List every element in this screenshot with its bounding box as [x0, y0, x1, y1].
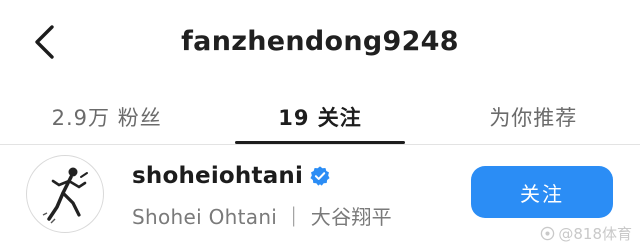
avatar[interactable]: [26, 155, 104, 233]
tab-label: 为你推荐: [489, 106, 578, 130]
tab-label: 19 关注: [278, 106, 362, 130]
watermark-text: @818体育: [558, 225, 632, 243]
username[interactable]: shoheiohtani: [132, 163, 303, 189]
tab-label: 2.9万 粉丝: [51, 106, 162, 130]
follow-button[interactable]: 关注: [471, 166, 613, 218]
avatar-illustration: [42, 167, 88, 224]
watermark-logo-icon: [541, 226, 555, 241]
tab-suggested[interactable]: 为你推荐: [427, 90, 640, 144]
tab-followers[interactable]: 2.9万 粉丝: [0, 90, 213, 144]
header: fanzhendong9248: [0, 0, 640, 84]
page-title: fanzhendong9248: [181, 26, 459, 57]
following-list-page: fanzhendong9248 2.9万 粉丝 19 关注 为你推荐 shohe…: [0, 0, 640, 250]
tab-following[interactable]: 19 关注: [213, 90, 426, 144]
verified-badge-icon: [310, 166, 330, 186]
tab-bar: 2.9万 粉丝 19 关注 为你推荐: [0, 90, 640, 144]
watermark: @818体育: [540, 223, 632, 244]
user-full-name: Shohei Ohtani ｜ 大谷翔平: [132, 205, 392, 229]
user-handle-line: shoheiohtani: [132, 163, 331, 189]
